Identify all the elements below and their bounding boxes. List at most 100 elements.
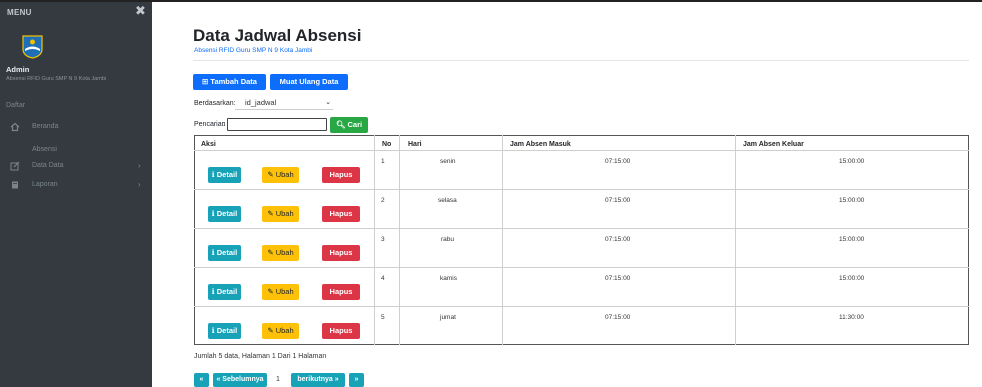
sidebar-item-label: Data Data: [32, 162, 64, 169]
delete-button-label: Hapus: [329, 170, 353, 179]
edit-icon: ✎: [267, 170, 274, 179]
col-divider: [374, 135, 375, 345]
search-icon: 🔍︎: [335, 120, 346, 129]
edit-button[interactable]: ✎ Ubah: [262, 206, 299, 222]
sidebar-item-beranda[interactable]: Beranda: [0, 119, 152, 137]
detail-button-label: Detail: [216, 170, 238, 179]
search-button-label: Cari: [347, 120, 363, 129]
cell-jam-keluar: 15:00:00: [839, 197, 865, 204]
column-header-jam-masuk: Jam Absen Masuk: [510, 141, 571, 148]
sort-select[interactable]: id_jadwal ⌄: [235, 97, 333, 110]
sidebar-item-data-data[interactable]: Data Data ›: [0, 158, 152, 176]
edit-icon: ✎: [267, 209, 274, 218]
edit-icon: ✎: [267, 287, 274, 296]
column-header-aksi: Aksi: [201, 141, 216, 148]
search-input[interactable]: [227, 118, 327, 131]
column-header-no: No: [382, 141, 392, 148]
pagination-next[interactable]: berikutnya »: [291, 373, 345, 387]
cell-jam-masuk: 07:15:00: [605, 275, 631, 282]
delete-button-label: Hapus: [329, 248, 353, 257]
sidebar-item-label: Absensi: [32, 146, 57, 153]
search-button[interactable]: 🔍︎ Cari: [330, 117, 368, 133]
detail-button[interactable]: ℹ Detail: [208, 245, 241, 261]
cell-jam-keluar: 15:00:00: [839, 275, 865, 282]
reload-data-label: Muat Ulang Data: [279, 77, 339, 86]
page-subtitle: Absensi RFID Guru SMP N 9 Kota Jambi: [194, 47, 313, 54]
sidebar-section-label: Daftar: [6, 102, 26, 109]
admin-name: Admin: [6, 65, 30, 74]
reload-data-button[interactable]: Muat Ulang Data: [270, 74, 348, 90]
detail-button[interactable]: ℹ Detail: [208, 323, 241, 339]
detail-button-label: Detail: [216, 248, 238, 257]
sort-label: Berdasarkan:: [194, 100, 236, 107]
add-data-button[interactable]: ⊞ Tambah Data: [193, 74, 266, 90]
sidebar-menu-label: MENU: [7, 8, 32, 17]
detail-button[interactable]: ℹ Detail: [208, 167, 241, 183]
main-content: Data Jadwal Absensi Absensi RFID Guru SM…: [152, 2, 982, 387]
cell-jam-masuk: 07:15:00: [605, 197, 631, 204]
row-divider: [194, 189, 969, 190]
pagination-info: Jumlah 5 data, Halaman 1 Dari 1 Halaman: [194, 353, 327, 360]
cell-no: 1: [381, 158, 385, 165]
delete-button[interactable]: Hapus: [322, 323, 360, 339]
header-divider: [194, 150, 969, 151]
delete-button[interactable]: Hapus: [322, 284, 360, 300]
edit-icon: [10, 161, 20, 171]
pagination-last[interactable]: »: [349, 373, 364, 387]
detail-button-label: Detail: [216, 326, 238, 335]
info-icon: ℹ: [211, 209, 215, 218]
divider: [193, 60, 969, 61]
cell-hari: selasa: [438, 197, 457, 204]
edit-button-label: Ubah: [275, 248, 294, 257]
delete-button[interactable]: Hapus: [322, 167, 360, 183]
delete-button-label: Hapus: [329, 209, 353, 218]
chevron-right-icon: ›: [138, 180, 141, 189]
chevron-down-icon: ⌄: [325, 99, 331, 106]
pagination-first[interactable]: «: [194, 373, 209, 387]
edit-button[interactable]: ✎ Ubah: [262, 245, 299, 261]
edit-button[interactable]: ✎ Ubah: [262, 323, 299, 339]
edit-button-label: Ubah: [275, 326, 294, 335]
sort-select-value: id_jadwal: [245, 98, 277, 107]
delete-button-label: Hapus: [329, 287, 353, 296]
admin-subtitle: Absensi RFID Guru SMP N 9 Kota Jambi: [6, 76, 107, 82]
cell-jam-keluar: 15:00:00: [839, 158, 865, 165]
add-data-label: Tambah Data: [210, 77, 257, 86]
pagination-prev[interactable]: « Sebelumnya: [213, 373, 267, 387]
edit-icon: ✎: [267, 248, 274, 257]
detail-button-label: Detail: [216, 209, 238, 218]
cell-hari: rabu: [441, 236, 455, 243]
cell-hari: senin: [440, 158, 456, 165]
plus-square-icon: ⊞: [202, 77, 209, 86]
column-header-jam-keluar: Jam Absen Keluar: [743, 141, 804, 148]
search-colon: :: [223, 121, 225, 128]
sidebar-item-label: Beranda: [32, 123, 59, 130]
detail-button[interactable]: ℹ Detail: [208, 284, 241, 300]
edit-button[interactable]: ✎ Ubah: [262, 284, 299, 300]
book-icon: [12, 181, 18, 189]
chevron-right-icon: ›: [138, 161, 141, 170]
cell-no: 2: [381, 197, 385, 204]
cell-jam-keluar: 15:00:00: [839, 236, 865, 243]
cell-jam-masuk: 07:15:00: [605, 158, 631, 165]
info-icon: ℹ: [211, 170, 215, 179]
column-header-hari: Hari: [408, 141, 422, 148]
delete-button[interactable]: Hapus: [322, 245, 360, 261]
info-icon: ℹ: [211, 326, 215, 335]
cell-no: 3: [381, 236, 385, 243]
col-divider: [735, 135, 736, 345]
cell-no: 5: [381, 314, 385, 321]
cell-jam-masuk: 07:15:00: [605, 236, 631, 243]
detail-button-label: Detail: [216, 287, 238, 296]
sidebar-item-laporan[interactable]: Laporan ›: [0, 177, 152, 195]
pagination-current[interactable]: 1: [276, 373, 280, 387]
row-divider: [194, 267, 969, 268]
cell-jam-masuk: 07:15:00: [605, 314, 631, 321]
home-icon: [10, 122, 20, 132]
cell-hari: kamis: [440, 275, 457, 282]
row-divider: [194, 306, 969, 307]
edit-button[interactable]: ✎ Ubah: [262, 167, 299, 183]
detail-button[interactable]: ℹ Detail: [208, 206, 241, 222]
close-icon[interactable]: ✖: [135, 4, 146, 18]
delete-button[interactable]: Hapus: [322, 206, 360, 222]
